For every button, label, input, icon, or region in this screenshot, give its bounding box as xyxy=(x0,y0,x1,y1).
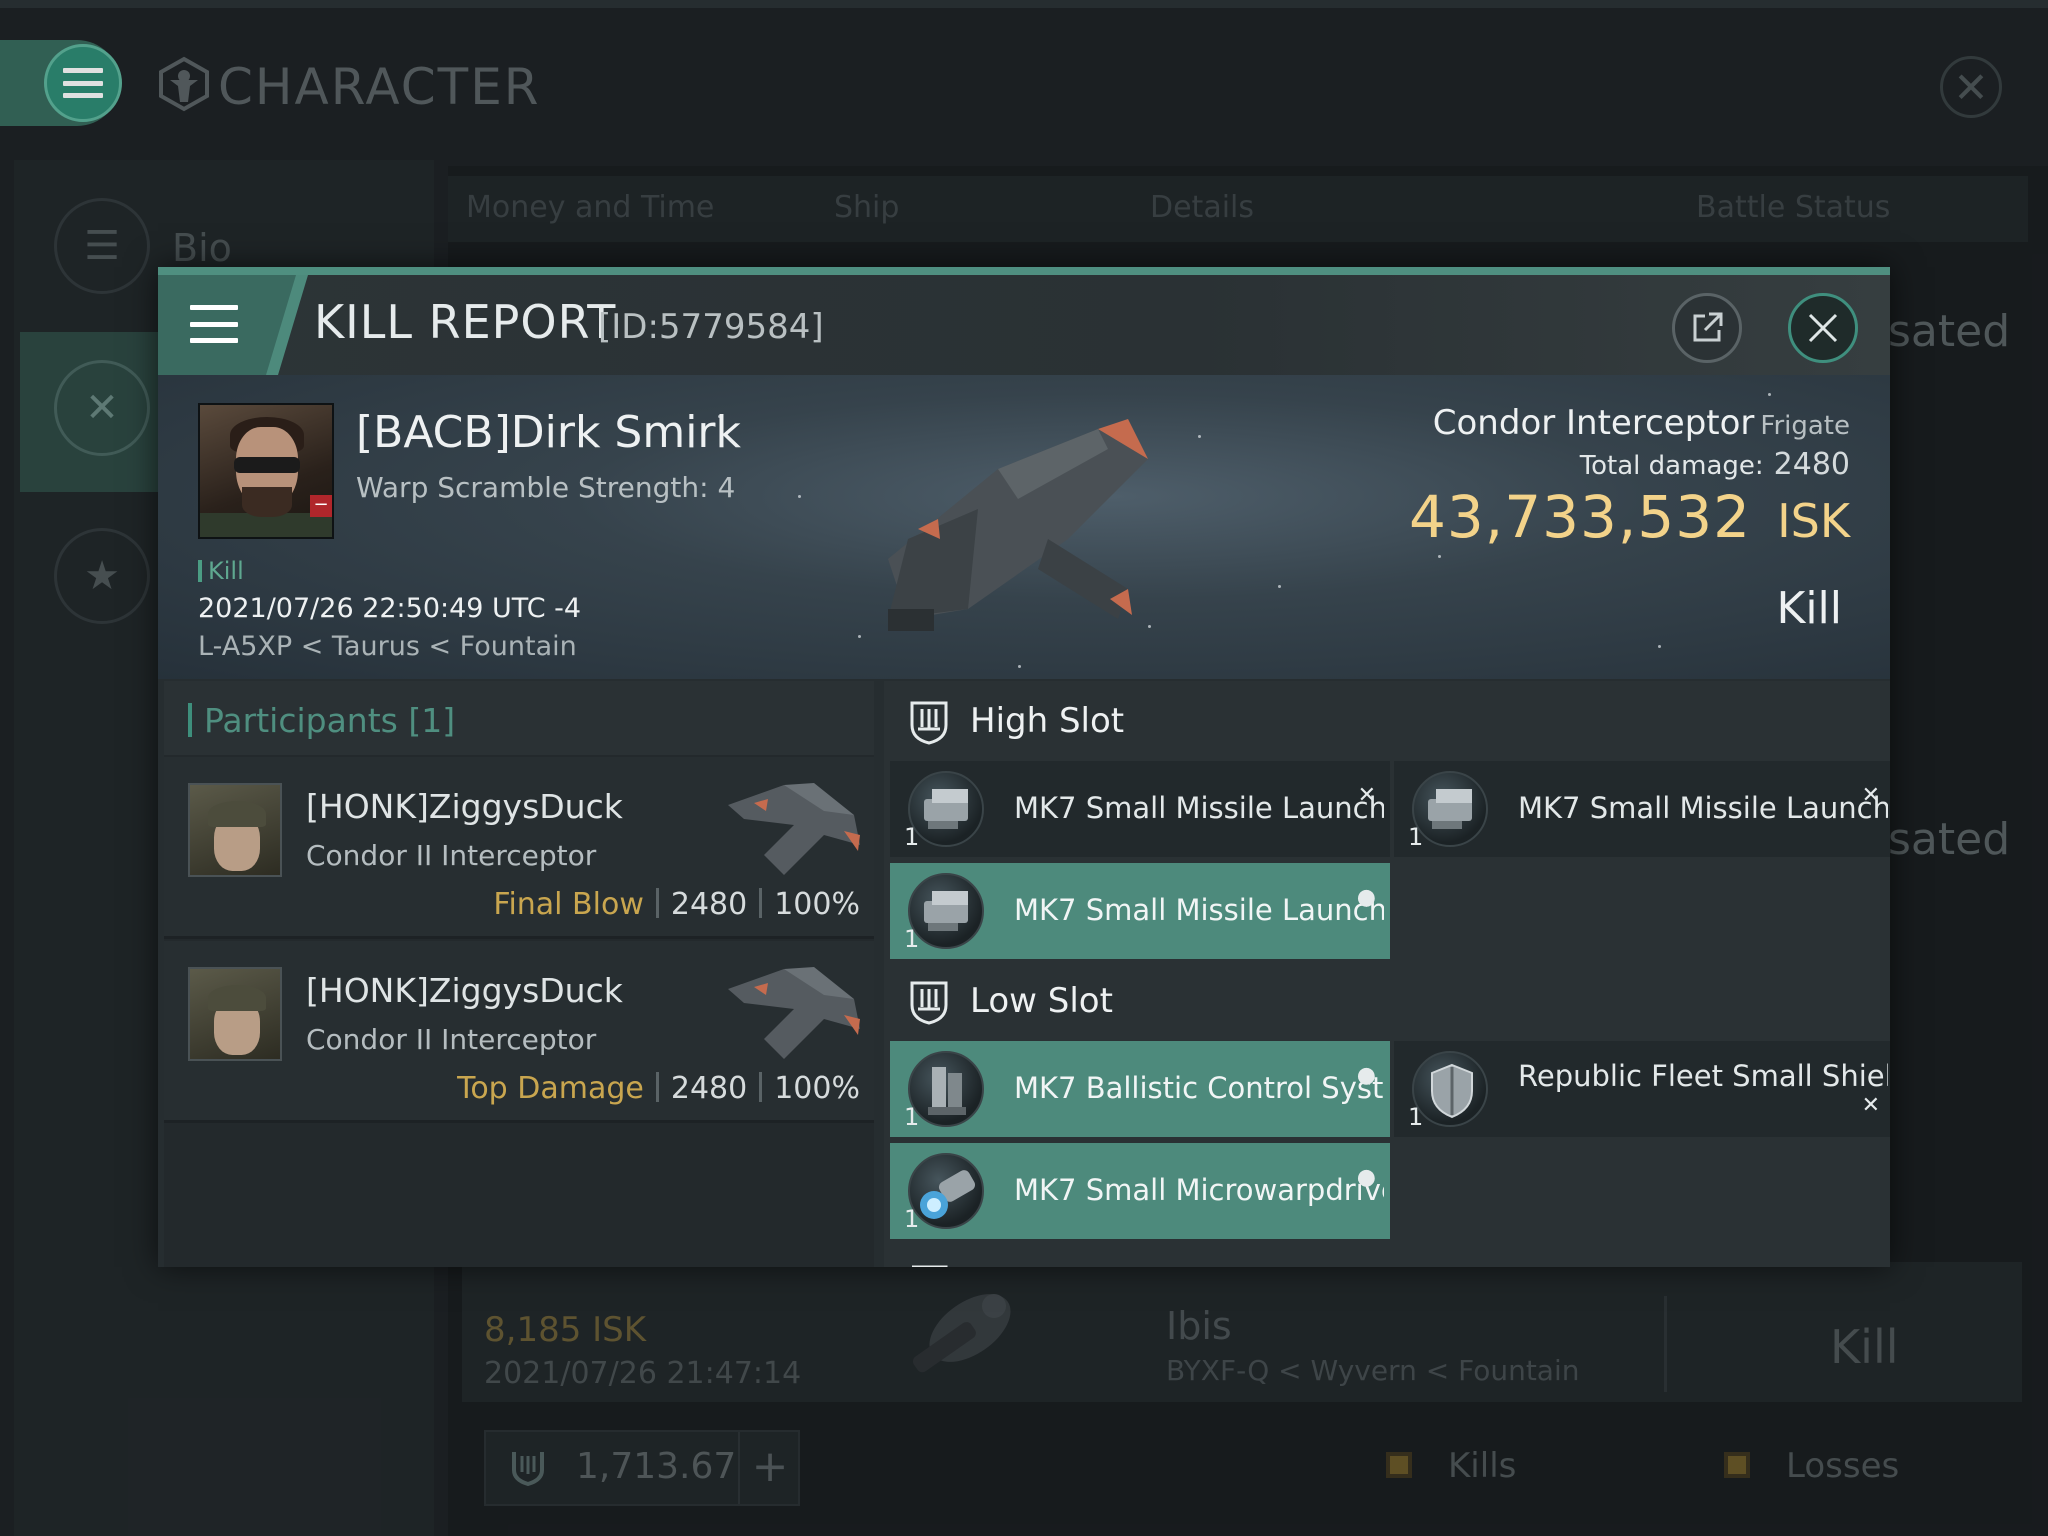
module-qty: 1 xyxy=(904,1205,920,1233)
kill-result: Kill xyxy=(1776,583,1842,634)
missile-launcher-icon xyxy=(908,873,984,949)
kill-datetime: 2021/07/26 22:50:49 UTC -4 xyxy=(198,593,582,624)
participants-title: Participants [1] xyxy=(204,701,456,740)
dropped-person-icon: ● xyxy=(1356,1165,1376,1190)
victim-subtitle: Warp Scramble Strength: 4 xyxy=(356,471,736,504)
isk-value: 43,733,532 ISK xyxy=(1409,483,1850,551)
shield-extender-icon xyxy=(1412,1051,1488,1127)
ship-name: Condor Interceptor xyxy=(1432,403,1755,443)
victim-banner: − [BACB]Dirk Smirk Warp Scramble Strengt… xyxy=(158,375,1890,679)
kill-report-dialog: KILL REPORT [ID:5779584] − [BACB]Dirk Sm… xyxy=(158,267,1890,1267)
victim-name[interactable]: [BACB]Dirk Smirk xyxy=(356,407,741,458)
destroyed-icon: ✕ xyxy=(1861,783,1880,808)
high-slot-header: High Slot xyxy=(884,681,1890,759)
mid-slot-icon xyxy=(912,1265,948,1267)
participant-ship-image xyxy=(728,783,860,875)
participant-percent: 100% xyxy=(774,1071,860,1106)
destroyed-icon: ✕ xyxy=(1861,1093,1880,1118)
share-button[interactable] xyxy=(1672,293,1742,363)
participant-ship: Condor II Interceptor xyxy=(306,839,597,872)
isk-amount: 43,733,532 xyxy=(1408,483,1752,551)
participant-stats: Top Damage 2480 100% xyxy=(457,1071,860,1106)
participant-stats: Final Blow 2480 100% xyxy=(493,887,860,922)
hamburger-icon xyxy=(190,305,238,343)
module-slot[interactable]: 1 MK7 Ballistic Control System ● xyxy=(890,1041,1390,1137)
participant-ship-image xyxy=(728,967,860,1059)
total-damage-label: Total damage: xyxy=(1579,451,1764,481)
dialog-title: KILL REPORT xyxy=(314,295,617,349)
module-slot[interactable]: 1 MK7 Small Microwarpdrive ● xyxy=(890,1143,1390,1239)
participant-tag: Top Damage xyxy=(457,1071,644,1106)
module-name: MK7 Small Microwarpdrive xyxy=(1014,1173,1384,1207)
participants-header: Participants [1] xyxy=(164,681,874,755)
module-slot[interactable]: 1 MK7 Small Missile Launcher ● xyxy=(890,863,1390,959)
fitting-panel: High Slot 1 MK7 Small Missile Launcher ✕… xyxy=(884,681,1890,1267)
total-damage-value: 2480 xyxy=(1773,447,1850,482)
victim-ship-image xyxy=(888,419,1148,631)
microwarpdrive-icon xyxy=(908,1153,984,1229)
module-name: Republic Fleet Small Shield... xyxy=(1518,1059,1888,1093)
victim-ship[interactable]: Condor Interceptor Frigate xyxy=(1433,403,1850,443)
module-qty: 1 xyxy=(1408,823,1424,851)
dropped-person-icon: ● xyxy=(1356,1063,1376,1088)
kill-type-tag: Kill xyxy=(198,557,244,585)
module-qty: 1 xyxy=(904,823,920,851)
module-name: MK7 Small Missile Launcher xyxy=(1014,791,1384,825)
module-name: MK7 Small Missile Launcher xyxy=(1014,893,1384,927)
low-slot-header: Low Slot xyxy=(884,961,1890,1039)
participants-panel: Participants [1] [HONK]ZiggysDuck Condor… xyxy=(164,681,874,1267)
high-slot-icon xyxy=(910,701,948,745)
dropped-person-icon: ● xyxy=(1356,885,1376,910)
participant-row[interactable]: [HONK]ZiggysDuck Condor II Interceptor F… xyxy=(164,757,874,939)
participant-tag: Final Blow xyxy=(493,887,644,922)
security-status-badge: − xyxy=(310,495,332,517)
kill-id: [ID:5779584] xyxy=(598,307,824,347)
missile-launcher-icon xyxy=(1412,771,1488,847)
destroyed-icon: ✕ xyxy=(1357,783,1376,808)
total-damage: Total damage: 2480 xyxy=(1580,447,1850,482)
module-slot[interactable]: 1 MK7 Small Missile Launcher ✕ xyxy=(1394,761,1890,857)
victim-portrait[interactable] xyxy=(198,403,334,539)
missile-launcher-icon xyxy=(908,771,984,847)
dialog-close-button[interactable] xyxy=(1788,293,1858,363)
participant-damage: 2480 xyxy=(670,887,748,922)
participant-row[interactable]: [HONK]ZiggysDuck Condor II Interceptor T… xyxy=(164,941,874,1123)
module-slot[interactable]: 1 Republic Fleet Small Shield... ✕ xyxy=(1394,1041,1890,1137)
high-slot-label: High Slot xyxy=(970,701,1125,741)
dialog-accent-line xyxy=(158,267,1890,275)
kill-location[interactable]: L-A5XP < Taurus < Fountain xyxy=(198,631,577,662)
participant-name: [HONK]ZiggysDuck xyxy=(306,787,623,826)
participant-percent: 100% xyxy=(774,887,860,922)
participant-ship: Condor II Interceptor xyxy=(306,1023,597,1056)
external-link-icon xyxy=(1693,312,1723,342)
mid-slot-header xyxy=(884,1245,1890,1267)
low-slot-label: Low Slot xyxy=(970,981,1113,1021)
participant-avatar xyxy=(188,967,282,1061)
module-slot[interactable]: 1 MK7 Small Missile Launcher ✕ xyxy=(890,761,1390,857)
participant-damage: 2480 xyxy=(670,1071,748,1106)
module-qty: 1 xyxy=(904,925,920,953)
close-icon xyxy=(1808,313,1838,343)
module-qty: 1 xyxy=(1408,1103,1424,1131)
module-name: MK7 Small Missile Launcher xyxy=(1518,791,1888,825)
module-qty: 1 xyxy=(904,1103,920,1131)
module-name: MK7 Ballistic Control System xyxy=(1014,1071,1384,1105)
isk-unit: ISK xyxy=(1777,494,1850,548)
low-slot-icon xyxy=(910,981,948,1025)
ballistic-control-icon xyxy=(908,1051,984,1127)
ship-class: Frigate xyxy=(1760,411,1850,441)
kill-type-label: Kill xyxy=(208,557,244,585)
participant-name: [HONK]ZiggysDuck xyxy=(306,971,623,1010)
participant-avatar xyxy=(188,783,282,877)
